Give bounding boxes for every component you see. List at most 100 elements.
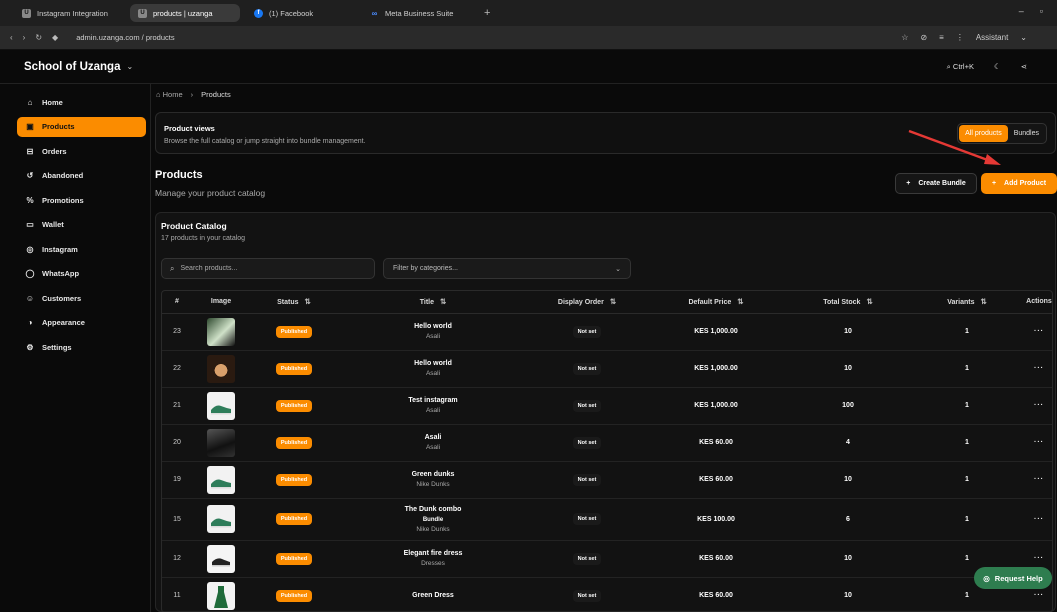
browser-tab-meta-business[interactable]: ∞ Meta Business Suite — [362, 4, 472, 22]
product-id: 15 — [162, 498, 192, 541]
sidebar-item-home[interactable]: ⌂ Home — [17, 92, 146, 112]
sidebar-item-settings[interactable]: ⚙ Settings — [17, 337, 146, 357]
browser-tab-facebook[interactable]: f (1) Facebook — [246, 4, 356, 22]
title-cell[interactable]: Hello world Asali — [338, 350, 528, 388]
reload-icon[interactable]: ↻ — [35, 33, 42, 42]
sidebar-item-products[interactable]: ▣ Products — [17, 116, 146, 137]
default-price: KES 1,000.00 — [646, 313, 786, 351]
search-input[interactable] — [180, 265, 361, 272]
breadcrumb-home[interactable]: ⌂ Home — [156, 90, 183, 99]
col-total-stock[interactable]: Total Stock ⇅ — [786, 291, 910, 314]
browser-tab-instagram-integration[interactable]: U Instagram Integration — [14, 4, 124, 22]
audio-icon[interactable]: ⋮ — [956, 33, 964, 42]
title-cell[interactable]: Green Dress — [338, 577, 528, 612]
more-actions-icon[interactable]: ··· — [1034, 555, 1044, 562]
sidebar-item-orders[interactable]: ⊟ Orders — [17, 141, 146, 161]
col-title-label: Title — [419, 299, 434, 307]
col-default-price-label: Default Price — [688, 299, 732, 307]
table-row[interactable]: 15 Published The Dunk combo Bundle Nike Dunk… — [162, 498, 1052, 541]
table-row[interactable]: 12 Published Elegant fire dress Dresses Not … — [162, 540, 1052, 578]
more-actions-icon[interactable]: ··· — [1034, 516, 1044, 523]
table-row[interactable]: 19 Published Green dunks Nike Dunks Not set K… — [162, 461, 1052, 499]
product-image — [207, 391, 235, 420]
create-bundle-button[interactable]: + Create Bundle — [895, 173, 977, 194]
link-icon[interactable]: ⊘ — [920, 33, 927, 42]
default-price: KES 60.00 — [646, 540, 786, 578]
url-field[interactable]: admin.uzanga.com / products — [76, 33, 174, 42]
product-id: 11 — [162, 577, 192, 612]
percent-icon: % — [26, 195, 34, 205]
breadcrumb: ⌂ Home › Products — [156, 90, 231, 99]
title-cell[interactable]: The Dunk combo Bundle Nike Dunks — [338, 498, 528, 541]
uzanga-favicon-icon: U — [22, 8, 31, 18]
col-display-order[interactable]: Display Order ⇅ — [528, 291, 646, 314]
category-filter[interactable]: Filter by categories... ⌄ — [383, 258, 631, 279]
request-help-button[interactable]: ◎ Request Help — [974, 567, 1052, 589]
title-cell[interactable]: Hello world Asali — [338, 313, 528, 351]
sidebar-item-instagram[interactable]: ◎ Instagram — [17, 239, 146, 259]
col-variants[interactable]: Variants ⇅ — [910, 291, 1024, 314]
browser-tab-products[interactable]: Uproducts | uzanga — [130, 4, 240, 22]
share-icon[interactable]: ⋖ — [1021, 62, 1027, 71]
table-row[interactable]: 11 Published Green Dress Not set KES 60.00 10… — [162, 577, 1052, 612]
product-catalog: Product Catalog 17 products in your cata… — [155, 212, 1056, 612]
help-icon: ◎ — [983, 573, 990, 583]
display-order-cell: Not set — [528, 313, 646, 351]
more-actions-icon[interactable]: ··· — [1034, 476, 1044, 483]
table-row[interactable]: 22 Published Hello world Asali Not set KES 1,… — [162, 350, 1052, 388]
sidebar-item-label: Wallet — [42, 220, 64, 229]
catalog-count: 17 products in your catalog — [161, 235, 246, 242]
dark-mode-icon[interactable]: ☾ — [994, 62, 1001, 71]
product-id: 20 — [162, 424, 192, 462]
more-actions-icon[interactable]: ··· — [1034, 592, 1044, 599]
sidebar-item-appearance[interactable]: ◑ Appearance — [17, 313, 146, 333]
product-image — [207, 505, 235, 533]
product-id: 21 — [162, 387, 192, 425]
actions-cell: ··· — [1024, 424, 1052, 462]
display-order-cell: Not set — [528, 498, 646, 541]
sidebar: ⌂ Home ▣ Products ⊟ Orders ↺ Abandoned % Prom… — [10, 92, 146, 362]
more-actions-icon[interactable]: ··· — [1034, 365, 1044, 372]
product-thumbnail — [192, 424, 250, 462]
store-switcher[interactable]: School of Uzanga — [24, 61, 120, 73]
product-id: 22 — [162, 350, 192, 388]
table-row[interactable]: 23 Published Hello world Asali Not set KES 1,… — [162, 313, 1052, 351]
minimize-icon[interactable]: – — [1019, 6, 1024, 16]
table-row[interactable]: 21 Published Test instagram Asali Not set KES… — [162, 387, 1052, 425]
sidebar-item-whatsapp[interactable]: ◯ WhatsApp — [17, 264, 146, 284]
bundles-tab[interactable]: Bundles — [1008, 125, 1045, 142]
product-title: Elegant fire dress — [403, 550, 463, 557]
product-id: 12 — [162, 540, 192, 578]
assistant-button[interactable]: Assistant — [976, 33, 1008, 42]
col-title[interactable]: Title ⇅ — [338, 291, 528, 314]
col-default-price[interactable]: Default Price ⇅ — [646, 291, 786, 314]
sidebar-item-customers[interactable]: ☺ Customers — [17, 288, 146, 308]
title-cell[interactable]: Asali Asali — [338, 424, 528, 462]
menu-icon[interactable]: ≡ — [939, 33, 944, 42]
title-cell[interactable]: Test instagram Asali — [338, 387, 528, 425]
new-tab-button[interactable]: + — [484, 7, 490, 19]
forward-icon[interactable]: › — [23, 33, 26, 42]
search-shortcut[interactable]: ⌕ Ctrl+K — [947, 62, 974, 72]
col-id: # — [162, 291, 192, 314]
chevron-down-icon[interactable]: ⌄ — [126, 62, 133, 71]
col-status[interactable]: Status ⇅ — [250, 291, 338, 314]
sidebar-item-abandoned[interactable]: ↺ Abandoned — [17, 166, 146, 186]
add-product-button[interactable]: + Add Product — [981, 173, 1057, 194]
shield-icon[interactable]: ◆ — [52, 33, 58, 42]
refresh-icon: ↺ — [26, 171, 34, 180]
more-actions-icon[interactable]: ··· — [1034, 439, 1044, 446]
maximize-icon[interactable]: ▫ — [1040, 6, 1043, 16]
more-actions-icon[interactable]: ··· — [1034, 328, 1044, 335]
sidebar-item-wallet[interactable]: ▭ Wallet — [17, 215, 146, 235]
title-cell[interactable]: Elegant fire dress Dresses — [338, 540, 528, 578]
back-icon[interactable]: ‹ — [10, 33, 13, 42]
sort-icon: ⇅ — [866, 297, 873, 307]
table-row[interactable]: 20 Published Asali Asali Not set KES 60.00 4 1 ·… — [162, 424, 1052, 462]
search-icon: ⌕ — [170, 263, 175, 273]
chevron-down-icon[interactable]: ⌄ — [1020, 33, 1027, 42]
more-actions-icon[interactable]: ··· — [1034, 402, 1044, 409]
sidebar-item-promotions[interactable]: % Promotions — [17, 190, 146, 210]
star-icon[interactable]: ☆ — [901, 33, 908, 42]
title-cell[interactable]: Green dunks Nike Dunks — [338, 461, 528, 499]
